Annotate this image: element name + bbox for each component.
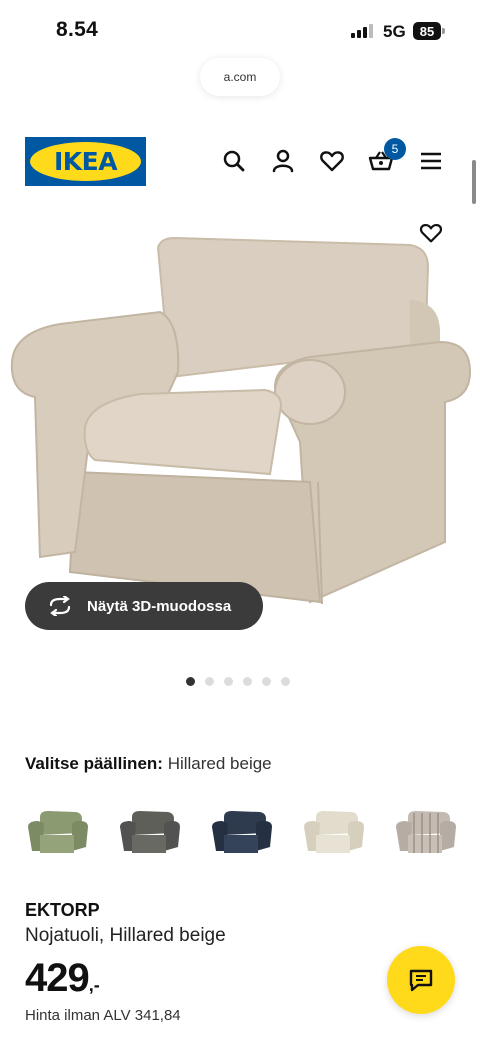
battery-icon: 85 (413, 22, 441, 40)
price-value: 429 (25, 956, 90, 1000)
url-text: a.com (223, 70, 257, 84)
carousel-dot[interactable] (224, 677, 233, 686)
product-price: 429,- (25, 956, 100, 1001)
view-3d-label: Näytä 3D-muodossa (87, 597, 232, 615)
cart-count-badge: 5 (384, 138, 406, 160)
price-suffix: ,- (88, 975, 100, 995)
chat-icon (409, 969, 433, 992)
cover-label: Valitse päällinen: (25, 754, 163, 773)
ikea-logo[interactable]: IKEA (25, 137, 146, 186)
network-type: 5G (383, 22, 406, 41)
price-without-vat: Hinta ilman ALV 341,84 (25, 1007, 181, 1024)
logo-text: IKEA (53, 147, 118, 176)
url-bar[interactable]: a.com (200, 58, 280, 96)
carousel-dot[interactable] (186, 677, 195, 686)
product-name: EKTORP (25, 900, 100, 920)
rotate-3d-icon (49, 596, 71, 616)
cover-swatch-dark-blue[interactable] (209, 796, 274, 868)
cover-swatch-beige[interactable] (301, 796, 366, 868)
carousel-dot[interactable] (205, 677, 214, 686)
add-to-favourites-heart-icon[interactable] (418, 220, 444, 246)
cover-swatch-grey[interactable] (117, 796, 182, 868)
view-3d-button[interactable]: Näytä 3D-muodossa (25, 582, 263, 630)
image-carousel-dots[interactable] (186, 677, 290, 686)
account-icon[interactable] (269, 147, 297, 175)
cover-swatch-green[interactable] (25, 796, 90, 868)
carousel-dot[interactable] (281, 677, 290, 686)
cover-selection-title: Valitse päällinen: Hillared beige (25, 754, 272, 774)
product-description: Nojatuoli, Hillared beige (25, 925, 226, 946)
cover-selected-value: Hillared beige (167, 754, 272, 773)
favourites-heart-icon[interactable] (318, 147, 346, 175)
search-icon[interactable] (220, 147, 248, 175)
battery-level: 85 (419, 23, 435, 39)
cover-swatch-list (25, 796, 458, 868)
cellular-signal-icon (351, 24, 373, 38)
chat-button[interactable] (387, 946, 455, 1014)
carousel-dot[interactable] (243, 677, 252, 686)
status-time: 8.54 (56, 18, 99, 41)
battery-tip (442, 28, 445, 34)
carousel-dot[interactable] (262, 677, 271, 686)
menu-icon[interactable] (417, 147, 445, 175)
page-scrollbar[interactable] (472, 160, 476, 204)
cover-swatch-striped[interactable] (393, 796, 458, 868)
